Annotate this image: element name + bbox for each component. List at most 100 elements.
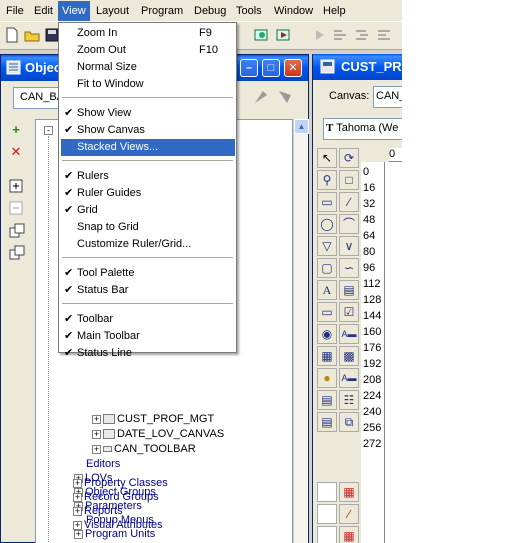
new-file-icon[interactable] — [4, 27, 20, 43]
tree-vertical-scrollbar[interactable]: ▲ — [293, 119, 309, 543]
find-previous-icon[interactable] — [251, 87, 271, 107]
tree-expander-icon[interactable]: + — [92, 429, 101, 439]
tree-item-parameters[interactable]: + Parameters — [74, 499, 142, 513]
menu-item-fit-to-window[interactable]: Fit to Window — [61, 76, 235, 93]
rectangle-tool-icon[interactable]: ▭ — [317, 192, 337, 212]
tree-item-object-groups[interactable]: + Object Groups — [74, 485, 156, 499]
reshape-tool-icon[interactable]: □ — [339, 170, 359, 190]
menu-item-status-line[interactable]: ✔ Status Line — [61, 345, 235, 362]
canvas-editor-title-bar[interactable]: CUST_PROF — [313, 54, 402, 80]
menu-item-stacked-views[interactable]: Stacked Views... — [61, 139, 235, 156]
font-select[interactable]: T Tahoma (We — [323, 118, 402, 140]
menu-item-show-canvas[interactable]: ✔ Show Canvas — [61, 122, 235, 139]
rotate-tool-icon[interactable]: ⟳ — [339, 148, 359, 168]
menu-edit[interactable]: Edit — [32, 4, 55, 20]
tree-item-popup-menus[interactable]: Popup Menus — [86, 513, 154, 527]
menu-file[interactable]: File — [4, 4, 26, 20]
radio-button-tool-icon[interactable]: ◉ — [317, 324, 337, 344]
expand-all-icon[interactable] — [9, 223, 25, 239]
button-tool-icon[interactable]: ▭ — [317, 302, 337, 322]
tree-item-date-lov-canvas[interactable]: + DATE_LOV_CANVAS — [92, 427, 224, 441]
canvas-select[interactable]: CAN_ — [373, 86, 402, 108]
polygon-tool-icon[interactable]: ▽ — [317, 236, 337, 256]
text-item-tool-icon[interactable]: A▬ — [339, 324, 359, 344]
menu-item-normal-size[interactable]: Normal Size — [61, 59, 235, 76]
tree-item-can-toolbar[interactable]: + CAN_TOOLBAR — [92, 442, 196, 456]
collapse-icon[interactable] — [9, 201, 23, 215]
delete-icon[interactable]: ✕ — [9, 145, 23, 159]
step-over-icon[interactable] — [354, 27, 370, 43]
magnify-tool-icon[interactable]: ⚲ — [317, 170, 337, 190]
text-color-swatch-icon[interactable]: ▦ — [339, 526, 359, 543]
menu-item-ruler-guides[interactable]: ✔ Ruler Guides — [61, 185, 235, 202]
run-form-icon[interactable] — [254, 27, 270, 43]
step-out-icon[interactable] — [376, 27, 392, 43]
navigator-find-field[interactable]: CAN_BA — [13, 87, 64, 109]
find-next-icon[interactable] — [275, 87, 295, 107]
tree-expander-icon[interactable]: + — [74, 529, 83, 539]
create-icon[interactable]: + — [9, 123, 23, 137]
chart-tool-icon[interactable]: ▩ — [339, 346, 359, 366]
menu-item-grid[interactable]: ✔ Grid — [61, 202, 235, 219]
arc-tool-icon[interactable]: ⌒ — [339, 214, 359, 234]
menu-item-zoom-in[interactable]: Zoom In F9 — [61, 25, 235, 42]
menu-item-toolbar[interactable]: ✔ Toolbar — [61, 311, 235, 328]
menu-item-zoom-out[interactable]: Zoom Out F10 — [61, 42, 235, 59]
menu-debug[interactable]: Debug — [192, 4, 228, 20]
maximize-button[interactable]: □ — [262, 59, 280, 77]
menu-view[interactable]: View — [58, 1, 90, 21]
tree-expander-icon[interactable]: + — [74, 487, 83, 497]
polyline-tool-icon[interactable]: ∨ — [339, 236, 359, 256]
fill-color-swatch-icon[interactable]: ▦ — [339, 482, 359, 502]
tree-item-cust-prof-mgt[interactable]: + CUST_PROF_MGT — [92, 412, 214, 426]
frame-tool-icon[interactable]: ▤ — [339, 280, 359, 300]
freehand-tool-icon[interactable]: ∽ — [339, 258, 359, 278]
rounded-rectangle-tool-icon[interactable]: ▢ — [317, 258, 337, 278]
ole-container-tool-icon[interactable]: ● — [317, 368, 337, 388]
root-expander-icon[interactable]: - — [44, 126, 53, 135]
line-color-swatch-icon[interactable]: ∕ — [339, 504, 359, 524]
text-tool-icon[interactable]: A — [317, 280, 337, 300]
menu-item-main-toolbar[interactable]: ✔ Main Toolbar — [61, 328, 235, 345]
tab-canvas-tool-icon[interactable]: ▤ — [317, 412, 337, 432]
tree-item-program-units[interactable]: + Program Units — [74, 527, 155, 541]
minimize-button[interactable]: – — [240, 59, 258, 77]
menu-item-rulers[interactable]: ✔ Rulers — [61, 168, 235, 185]
layout-canvas[interactable] — [385, 162, 402, 543]
debug-form-icon[interactable] — [276, 27, 292, 43]
list-item-tool-icon[interactable]: ▤ — [317, 390, 337, 410]
tree-expander-icon[interactable]: + — [92, 444, 101, 454]
select-tool-icon[interactable]: ↖ — [317, 148, 337, 168]
checkbox-tool-icon[interactable]: ☑ — [339, 302, 359, 322]
tree-tool-icon[interactable]: ☷ — [339, 390, 359, 410]
step-into-icon[interactable] — [332, 27, 348, 43]
open-folder-icon[interactable] — [24, 27, 40, 43]
tree-expander-icon[interactable]: + — [92, 414, 101, 424]
menu-program[interactable]: Program — [139, 4, 185, 20]
tree-item-editors[interactable]: Editors — [86, 457, 120, 471]
stacked-canvas-tool-icon[interactable]: ⧉ — [339, 412, 359, 432]
menu-window[interactable]: Window — [272, 4, 315, 20]
menu-item-snap-to-grid[interactable]: Snap to Grid — [61, 219, 235, 236]
expand-icon[interactable] — [9, 179, 23, 193]
ellipse-tool-icon[interactable]: ◯ — [317, 214, 337, 234]
menu-item-show-view[interactable]: ✔ Show View — [61, 105, 235, 122]
step-run-icon[interactable] — [312, 27, 328, 43]
tree-item-lovs[interactable]: + LOVs — [74, 471, 113, 485]
scroll-up-icon[interactable]: ▲ — [294, 119, 309, 134]
fill-color-icon[interactable] — [317, 482, 337, 502]
line-color-icon[interactable] — [317, 504, 337, 524]
menu-tools[interactable]: Tools — [234, 4, 264, 20]
menu-item-status-bar[interactable]: ✔ Status Bar — [61, 282, 235, 299]
menu-item-tool-palette[interactable]: ✔ Tool Palette — [61, 265, 235, 282]
line-tool-icon[interactable]: ∕ — [339, 192, 359, 212]
image-tool-icon[interactable]: ▦ — [317, 346, 337, 366]
menu-item-customize-ruler-grid[interactable]: Customize Ruler/Grid... — [61, 236, 235, 253]
collapse-all-icon[interactable] — [9, 245, 25, 261]
menu-layout[interactable]: Layout — [94, 4, 131, 20]
close-button[interactable]: ✕ — [284, 59, 302, 77]
tree-expander-icon[interactable]: + — [74, 501, 83, 511]
tree-expander-icon[interactable]: + — [74, 473, 83, 483]
display-item-tool-icon[interactable]: A▬ — [339, 368, 359, 388]
text-color-icon[interactable] — [317, 526, 337, 543]
